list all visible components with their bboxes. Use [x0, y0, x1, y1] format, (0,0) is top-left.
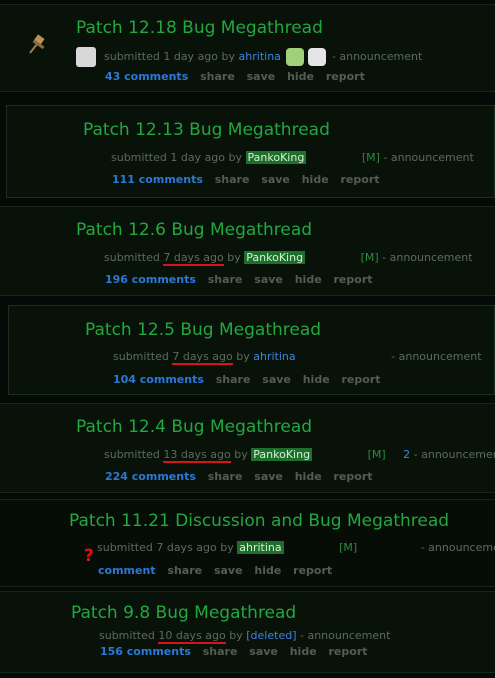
post-actions: 104 comments share save hide report — [113, 373, 389, 386]
post-meta: submitted 1 day ago by ahritina - announ… — [104, 48, 422, 66]
save-link[interactable]: save — [254, 470, 283, 483]
extra-count: 2 — [403, 448, 411, 461]
hide-link[interactable]: hide — [302, 173, 329, 186]
post-meta: submitted 7 days ago by ahritina - annou… — [113, 350, 482, 365]
flair-icon — [308, 48, 327, 66]
post-time: 1 day ago — [163, 50, 219, 63]
mod-badge: [M] — [360, 251, 379, 264]
post-actions: 156 comments share save hide report — [100, 645, 376, 658]
post-meta: submitted 7 days ago by ahritina [M] - a… — [97, 541, 495, 554]
post-time: 10 days ago — [158, 629, 226, 644]
self-post-icon[interactable] — [76, 47, 96, 67]
post-time: 7 days ago — [163, 251, 224, 266]
save-link[interactable]: save — [262, 373, 291, 386]
report-link[interactable]: report — [329, 645, 368, 658]
post-actions: comment share save hide report — [98, 564, 340, 577]
post-row: Patch 12.13 Bug Megathread submitted 1 d… — [6, 105, 495, 198]
mod-badge: [M] — [367, 448, 386, 461]
question-mark-icon: ? — [84, 546, 94, 566]
post-flag: - announcement — [413, 448, 495, 461]
post-meta: submitted 1 day ago by PankoKing [M] - a… — [111, 151, 474, 164]
post-title[interactable]: Patch 12.4 Bug Megathread — [76, 417, 312, 437]
comments-link[interactable]: 104 comments — [113, 373, 204, 386]
post-actions: 111 comments share save hide report — [112, 173, 388, 186]
mod-badge: [M] — [339, 541, 358, 554]
post-row: Patch 12.5 Bug Megathread submitted 7 da… — [8, 305, 495, 395]
hide-link[interactable]: hide — [287, 70, 314, 83]
save-link[interactable]: save — [247, 70, 276, 83]
post-title[interactable]: Patch 12.6 Bug Megathread — [76, 220, 312, 240]
post-meta: submitted 7 days ago by PankoKing [M] - … — [104, 251, 473, 266]
post-time: 13 days ago — [163, 448, 231, 463]
share-link[interactable]: share — [216, 373, 251, 386]
post-title[interactable]: Patch 12.18 Bug Megathread — [76, 18, 323, 38]
post-meta: submitted 13 days ago by PankoKing [M] 2… — [104, 448, 495, 463]
comments-link[interactable]: 43 comments — [105, 70, 188, 83]
post-flag: - announcement — [391, 350, 482, 363]
post-row: Patch 12.4 Bug Megathread submitted 13 d… — [0, 403, 495, 493]
hide-link[interactable]: hide — [290, 645, 317, 658]
flair-icon — [286, 48, 305, 66]
post-row: Patch 12.18 Bug Megathread submitted 1 d… — [0, 4, 495, 92]
save-link[interactable]: save — [214, 564, 243, 577]
share-link[interactable]: share — [208, 470, 243, 483]
hide-link[interactable]: hide — [295, 273, 322, 286]
post-row: Patch 11.21 Discussion and Bug Megathrea… — [0, 499, 495, 587]
post-title[interactable]: Patch 12.5 Bug Megathread — [85, 320, 321, 340]
comments-link[interactable]: comment — [98, 564, 156, 577]
report-link[interactable]: report — [334, 470, 373, 483]
report-link[interactable]: report — [334, 273, 373, 286]
mod-badge: [M] — [361, 151, 380, 164]
author-link[interactable]: ahritina — [239, 50, 281, 63]
author-link[interactable]: PankoKing — [251, 448, 313, 461]
post-flag: - announcement — [382, 251, 473, 264]
post-title[interactable]: Patch 11.21 Discussion and Bug Megathrea… — [69, 511, 449, 531]
post-time: 7 days ago — [156, 541, 217, 554]
post-actions: 43 comments share save hide report — [105, 70, 373, 83]
post-actions: 224 comments share save hide report — [105, 470, 381, 483]
share-link[interactable]: share — [208, 273, 243, 286]
author-link[interactable]: [deleted] — [246, 629, 296, 642]
save-link[interactable]: save — [254, 273, 283, 286]
share-link[interactable]: share — [215, 173, 250, 186]
hide-link[interactable]: hide — [303, 373, 330, 386]
share-link[interactable]: share — [203, 645, 238, 658]
report-link[interactable]: report — [341, 173, 380, 186]
post-flag: - announcement — [331, 50, 423, 63]
comments-link[interactable]: 224 comments — [105, 470, 196, 483]
pin-icon — [29, 34, 45, 54]
save-link[interactable]: save — [261, 173, 290, 186]
author-link[interactable]: ahritina — [237, 541, 284, 554]
share-link[interactable]: share — [200, 70, 235, 83]
post-time: 7 days ago — [172, 350, 233, 365]
author-link[interactable]: PankoKing — [245, 151, 307, 164]
post-flag: - announcement — [300, 629, 391, 642]
post-row: Patch 12.6 Bug Megathread submitted 7 da… — [0, 206, 495, 296]
post-actions: 196 comments share save hide report — [105, 273, 381, 286]
post-meta: submitted 10 days ago by [deleted] - ann… — [99, 629, 391, 644]
post-title[interactable]: Patch 9.8 Bug Megathread — [71, 603, 296, 623]
post-flag: - announcement — [383, 151, 474, 164]
save-link[interactable]: save — [249, 645, 278, 658]
share-link[interactable]: share — [167, 564, 202, 577]
report-link[interactable]: report — [293, 564, 332, 577]
author-link[interactable]: ahritina — [253, 350, 295, 363]
post-flag: - announceme — [420, 541, 495, 554]
comments-link[interactable]: 156 comments — [100, 645, 191, 658]
hide-link[interactable]: hide — [295, 470, 322, 483]
post-time: 1 day ago — [170, 151, 226, 164]
post-title[interactable]: Patch 12.13 Bug Megathread — [83, 120, 330, 140]
author-link[interactable]: PankoKing — [244, 251, 306, 264]
report-link[interactable]: report — [326, 70, 365, 83]
hide-link[interactable]: hide — [254, 564, 281, 577]
report-link[interactable]: report — [342, 373, 381, 386]
comments-link[interactable]: 111 comments — [112, 173, 203, 186]
comments-link[interactable]: 196 comments — [105, 273, 196, 286]
post-row: Patch 9.8 Bug Megathread submitted 10 da… — [0, 591, 495, 673]
